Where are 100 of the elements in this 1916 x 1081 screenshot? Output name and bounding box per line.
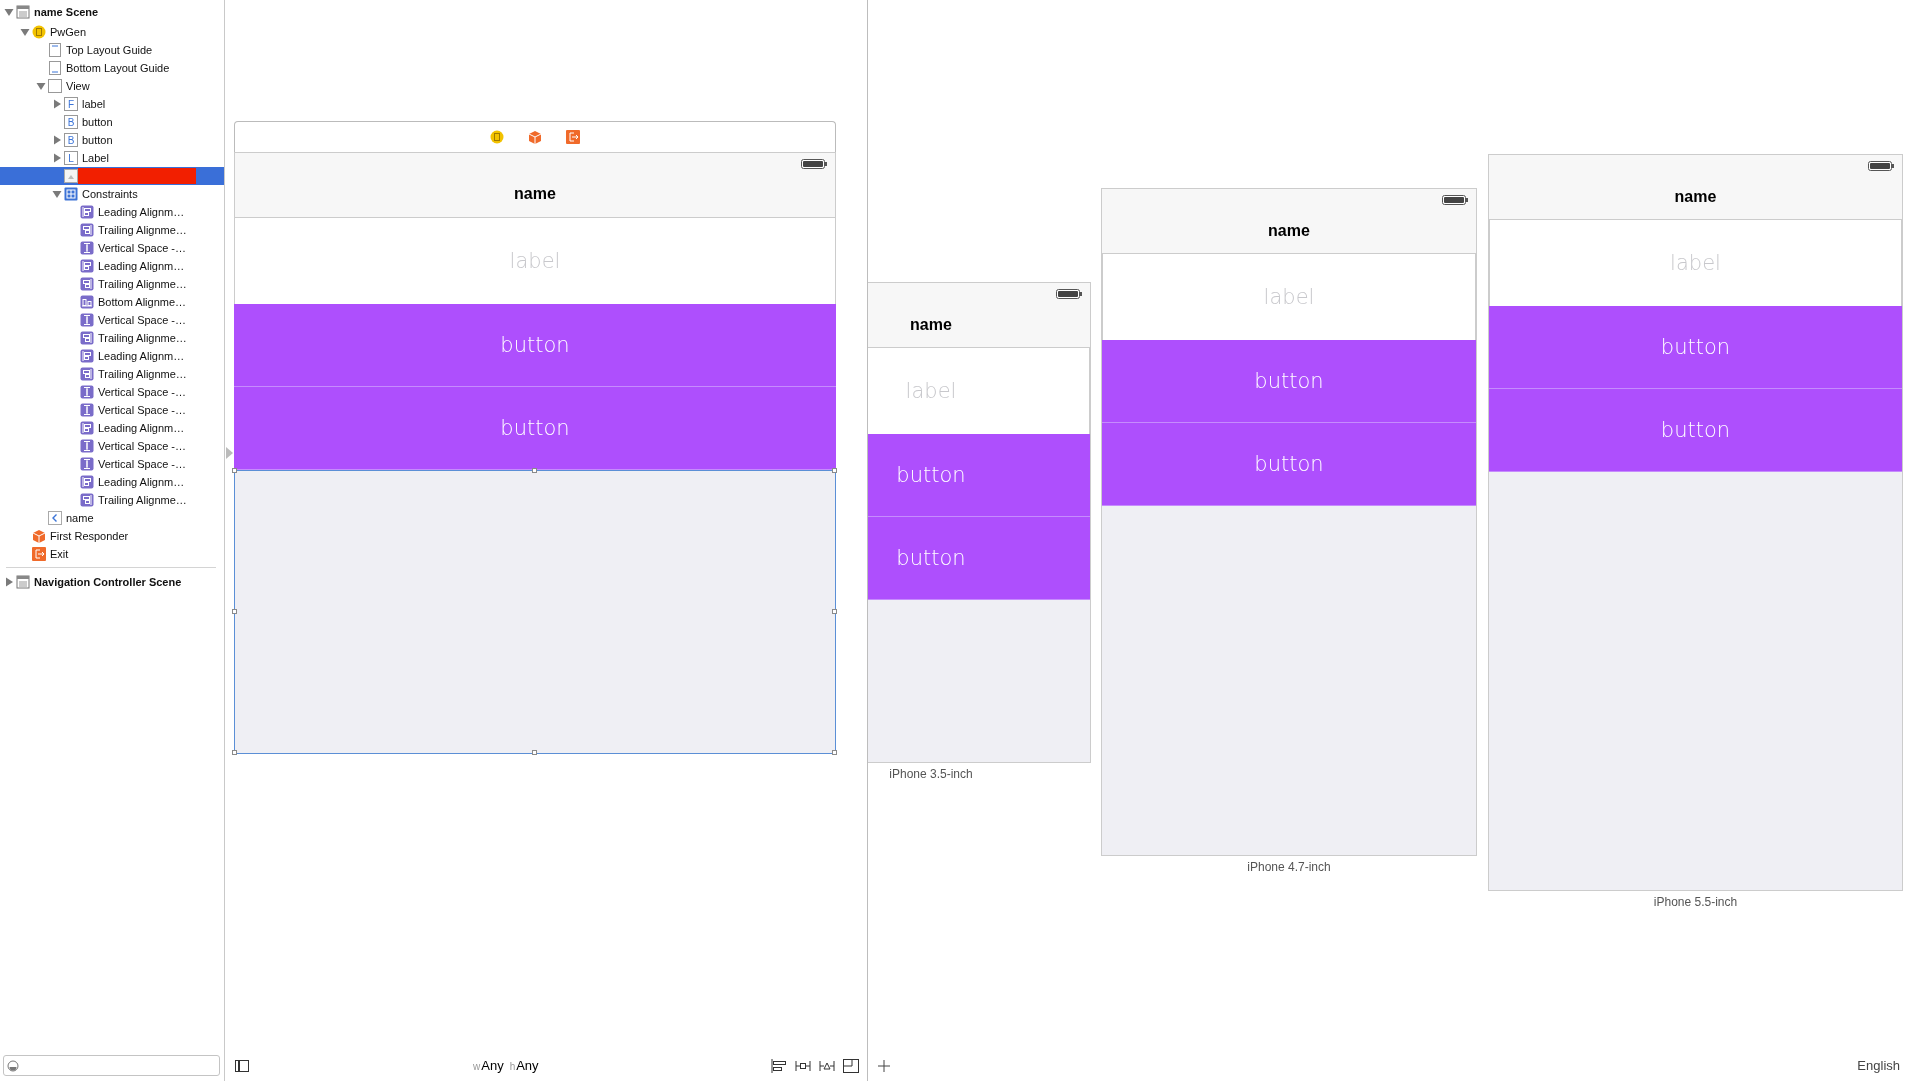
outline-row[interactable]: Vertical Space -… <box>0 437 224 455</box>
row-button[interactable]: button <box>1102 423 1476 506</box>
trailing-constraint-icon <box>80 331 94 345</box>
outline-row[interactable]: Bottom Layout Guide <box>0 59 224 77</box>
outline-row[interactable]: L Label <box>0 149 224 167</box>
item-label: Leading Alignm… <box>98 350 185 362</box>
outline-row[interactable]: Vertical Space -… <box>0 239 224 257</box>
language-label[interactable]: English <box>1857 1058 1900 1073</box>
resize-handle[interactable] <box>532 750 537 755</box>
outline-row[interactable]: Leading Alignm… <box>0 473 224 491</box>
outline-row[interactable]: Trailing Alignme… <box>0 329 224 347</box>
image-view-icon <box>64 169 78 183</box>
resize-handle[interactable] <box>832 609 837 614</box>
outline-row[interactable]: Vertical Space -… <box>0 383 224 401</box>
leading-constraint-icon <box>80 475 94 489</box>
vertical-space-icon <box>80 385 94 399</box>
constraints-icon <box>64 187 78 201</box>
trailing-constraint-icon <box>80 493 94 507</box>
item-label: Vertical Space -… <box>98 404 187 416</box>
outline-row[interactable]: Leading Alignm… <box>0 419 224 437</box>
outline-row[interactable]: Vertical Space -… <box>0 401 224 419</box>
outline-row[interactable]: Bottom Alignme… <box>0 293 224 311</box>
nav-title: name <box>1674 188 1717 206</box>
outline-row[interactable]: F label <box>0 95 224 113</box>
resize-handle[interactable] <box>832 750 837 755</box>
item-label: Trailing Alignme… <box>98 494 187 506</box>
top-guide-icon <box>48 43 62 57</box>
row-button[interactable]: button <box>234 387 836 470</box>
outline-row[interactable]: Leading Alignm… <box>0 257 224 275</box>
outline-row[interactable]: Trailing Alignme… <box>0 491 224 509</box>
item-label: Leading Alignm… <box>98 260 185 272</box>
resize-handle[interactable] <box>232 468 237 473</box>
vertical-space-icon <box>80 439 94 453</box>
outline-row[interactable]: Exit <box>0 545 224 563</box>
item-label: View <box>66 80 90 92</box>
outline-row[interactable]: Trailing Alignme… <box>0 365 224 383</box>
item-label: name Scene <box>34 6 99 18</box>
outline-row[interactable]: First Responder <box>0 527 224 545</box>
row-button[interactable]: button <box>234 304 836 387</box>
leading-constraint-icon <box>80 205 94 219</box>
resize-handle[interactable] <box>532 468 537 473</box>
outline-row[interactable]: name Scene <box>0 1 224 23</box>
scene-icon <box>16 5 30 19</box>
scene-icon <box>16 575 30 589</box>
outline-row[interactable]: Vertical Space -… <box>0 455 224 473</box>
vertical-space-icon <box>80 457 94 471</box>
item-label: PwGen <box>50 26 87 38</box>
item-label: button <box>82 116 113 128</box>
outline-row[interactable]: Trailing Alignme… <box>0 221 224 239</box>
item-label: Trailing Alignme… <box>98 368 187 380</box>
outline-row[interactable]: B button <box>0 131 224 149</box>
item-label: Bottom Layout Guide <box>66 62 170 74</box>
nav-title: name <box>514 185 556 203</box>
outline-row[interactable]: B button <box>0 113 224 131</box>
row-button[interactable]: button <box>868 434 1090 517</box>
item-label: Vertical Space -… <box>98 386 187 398</box>
type-icon: F <box>64 97 78 111</box>
row-button[interactable]: button <box>1489 389 1902 472</box>
resize-icon[interactable] <box>843 1058 859 1073</box>
row-button[interactable]: button <box>868 517 1090 600</box>
resize-handle[interactable] <box>232 609 237 614</box>
row-button[interactable]: button <box>1489 306 1902 389</box>
outline-row[interactable]: Vertical Space -… <box>0 311 224 329</box>
filter-icon <box>7 1059 19 1072</box>
item-label: Leading Alignm… <box>98 476 185 488</box>
item-label: First Responder <box>50 530 129 542</box>
outline-row[interactable]: View <box>0 77 224 95</box>
pin-icon[interactable] <box>795 1058 811 1073</box>
item-label: Constraints <box>82 188 138 200</box>
trailing-constraint-icon <box>80 223 94 237</box>
exit-icon <box>32 547 46 561</box>
item-label: name <box>66 512 94 524</box>
resize-handle[interactable] <box>232 750 237 755</box>
nav-title: name <box>910 316 952 334</box>
item-label: Exit <box>50 548 69 560</box>
outline-row[interactable] <box>0 167 224 185</box>
outline-row[interactable]: Leading Alignm… <box>0 347 224 365</box>
add-icon[interactable] <box>878 1059 890 1072</box>
exit-icon <box>566 130 580 144</box>
sidebar-toggle-icon[interactable] <box>235 1059 249 1072</box>
battery-icon <box>1056 289 1082 299</box>
item-label: Trailing Alignme… <box>98 332 187 344</box>
leading-constraint-icon <box>80 421 94 435</box>
leading-constraint-icon <box>80 349 94 363</box>
outline-row[interactable]: PwGen <box>0 23 224 41</box>
row-button[interactable]: button <box>1102 340 1476 423</box>
size-class-label[interactable]: wAny <box>473 1058 504 1073</box>
align-icon[interactable] <box>771 1058 787 1073</box>
outline-row[interactable]: name <box>0 509 224 527</box>
size-class-label[interactable]: hAny <box>509 1058 539 1073</box>
type-icon: B <box>64 133 78 147</box>
outline-row[interactable]: Navigation Controller Scene <box>0 571 224 593</box>
resize-handle[interactable] <box>832 468 837 473</box>
filter-field[interactable] <box>3 1055 220 1076</box>
resolve-icon[interactable] <box>819 1058 835 1073</box>
view-icon <box>48 79 62 93</box>
outline-row[interactable]: Trailing Alignme… <box>0 275 224 293</box>
outline-row[interactable]: Top Layout Guide <box>0 41 224 59</box>
outline-row[interactable]: Leading Alignm… <box>0 203 224 221</box>
outline-row[interactable]: Constraints <box>0 185 224 203</box>
